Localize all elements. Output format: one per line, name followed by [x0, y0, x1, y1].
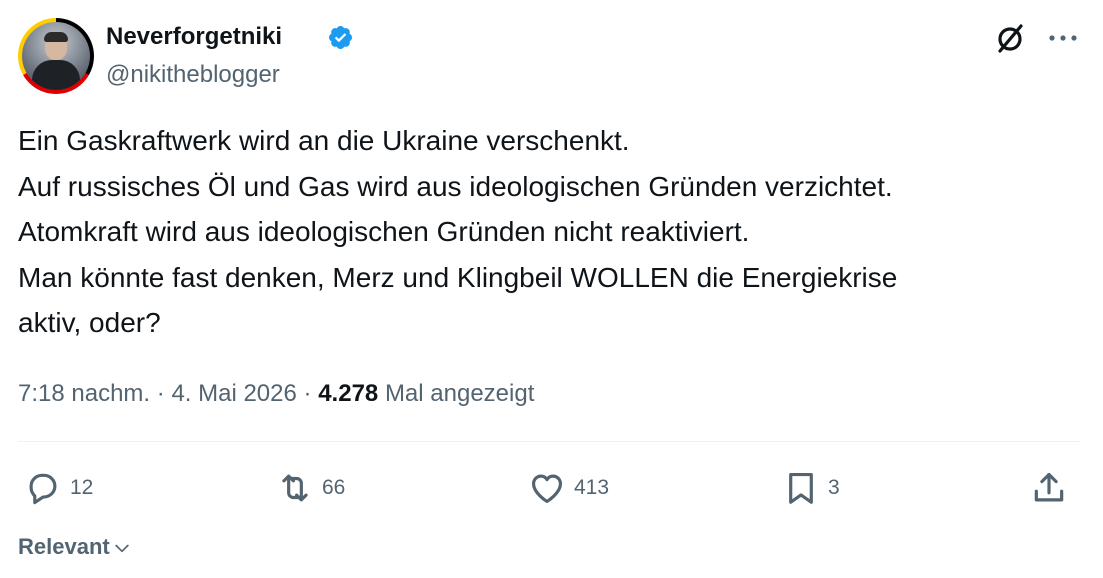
share-icon: [1034, 472, 1064, 502]
tweet-line: Ein Gaskraftwerk wird an die Ukraine ver…: [18, 125, 630, 156]
avatar[interactable]: [18, 18, 94, 94]
tweet-text: Ein Gaskraftwerk wird an die Ukraine ver…: [18, 118, 1083, 346]
bookmark-count: 3: [828, 476, 840, 499]
repost-icon: [282, 474, 308, 502]
sort-label: Relevant: [18, 534, 110, 559]
tweet-meta: 7:18 nachm. · 4. Mai 2026 · 4.278 Mal an…: [18, 372, 534, 416]
views-label: Mal angezeigt: [384, 380, 535, 407]
reply-count: 12: [70, 476, 94, 499]
reply-icon: [29, 473, 57, 505]
tweet-line: Atomkraft wird aus ideologischen Gründen…: [18, 216, 750, 247]
chevron-down-icon: [115, 544, 129, 553]
views-count: 4.278: [318, 380, 379, 407]
repost-count: 66: [322, 476, 346, 499]
tweet-time[interactable]: 7:18 nachm.: [18, 380, 150, 407]
avatar-image: [22, 22, 90, 90]
tweet-line: Auf russisches Öl und Gas wird aus ideol…: [18, 170, 893, 202]
bookmark-button[interactable]: 3: [782, 468, 840, 508]
divider: [18, 441, 1081, 442]
share-button[interactable]: [1030, 468, 1068, 508]
grok-icon[interactable]: [992, 20, 1028, 56]
reply-button[interactable]: 12: [24, 468, 93, 508]
author-handle[interactable]: @nikitheblogger: [106, 58, 280, 92]
more-icon[interactable]: [1043, 20, 1083, 56]
heart-icon: [531, 474, 563, 504]
like-button[interactable]: 413: [528, 468, 609, 508]
bookmark-icon: [789, 472, 813, 504]
sort-replies-dropdown[interactable]: Relevant: [18, 530, 132, 564]
meta-separator: ·: [156, 380, 165, 407]
verified-badge-icon: [328, 25, 353, 50]
repost-button[interactable]: 66: [276, 468, 345, 508]
author-display-name[interactable]: Neverforgetniki: [106, 20, 282, 54]
tweet-date[interactable]: 4. Mai 2026: [171, 380, 296, 407]
meta-separator: ·: [303, 380, 312, 407]
like-count: 413: [574, 476, 610, 499]
tweet-line: Man könnte fast denken, Merz und Klingbe…: [18, 261, 898, 293]
tweet-line: aktiv, oder?: [18, 307, 161, 338]
